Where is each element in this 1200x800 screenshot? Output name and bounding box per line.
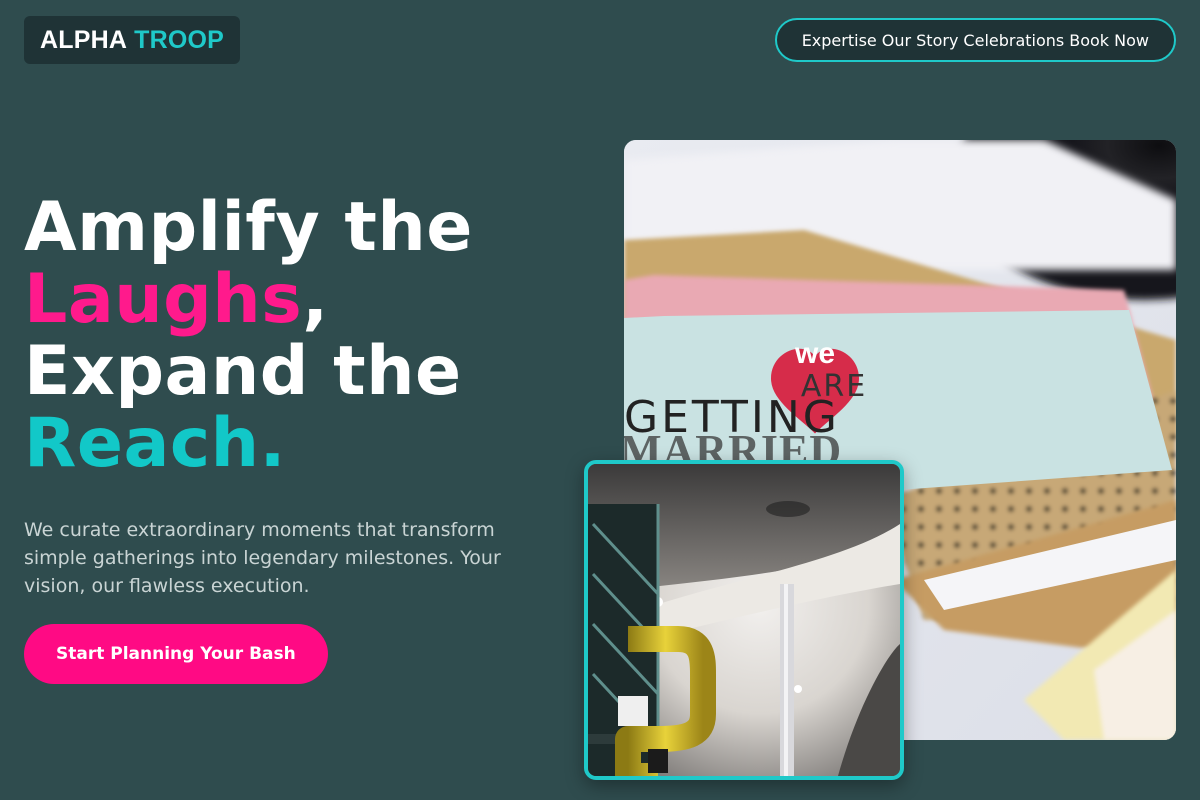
hero-description: We curate extraordinary moments that tra… [24, 519, 501, 597]
headline-line-3: Expand the [24, 332, 462, 411]
headline-line-1: Amplify the [24, 188, 473, 267]
brand-word-alpha: ALPHA [40, 25, 128, 54]
headline-comma: , [302, 260, 329, 339]
hero-headline: Amplify the Laughs, Expand the Reach. [24, 192, 584, 480]
headline-line-2: Laughs, [24, 264, 584, 336]
brand-logo[interactable]: ALPHA TROOP [24, 16, 241, 64]
brand-word-troop: TROOP [134, 25, 225, 54]
headline-word-reach: Reach. [24, 404, 286, 483]
card-word-we: we [794, 337, 835, 370]
nav-link-our-story[interactable]: Our Story [882, 31, 959, 50]
nav-link-celebrations[interactable]: Celebrations [963, 31, 1064, 50]
venue-tent-photo [584, 460, 904, 780]
main-nav: Expertise Our Story Celebrations Book No… [774, 18, 1176, 62]
nav-link-book-now[interactable]: Book Now [1069, 31, 1149, 50]
landing-page: ALPHA TROOP Expertise Our Story Celebrat… [0, 0, 1200, 800]
hero-section: Amplify the Laughs, Expand the Reach. We… [24, 192, 584, 600]
nav-link-expertise[interactable]: Expertise [802, 31, 877, 50]
start-planning-button[interactable]: Start Planning Your Bash [24, 624, 328, 684]
headline-word-laughs: Laughs [24, 260, 303, 339]
